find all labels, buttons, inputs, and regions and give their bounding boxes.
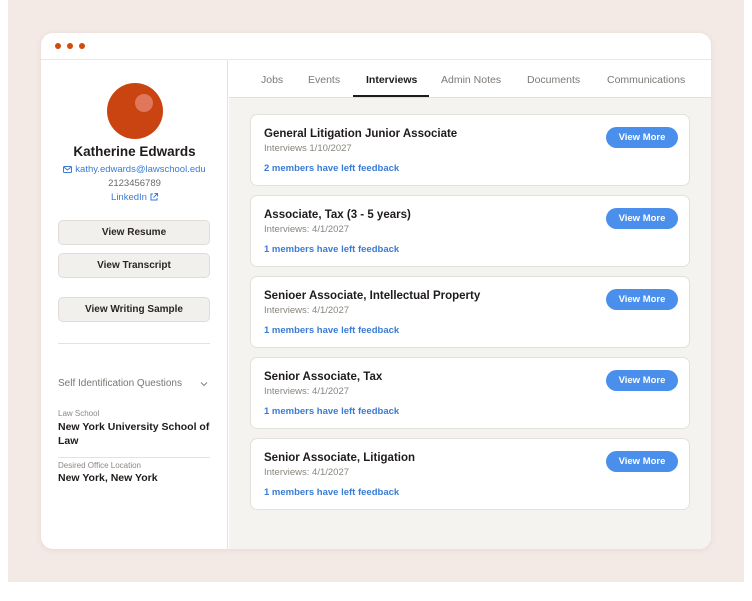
envelope-icon: [63, 165, 73, 176]
interview-date: Interviews 1/10/2027: [264, 143, 352, 154]
view-more-button[interactable]: View More: [606, 208, 678, 229]
feedback-link[interactable]: 1 members have left feedback: [264, 244, 399, 255]
chevron-down-icon: [200, 379, 208, 390]
tab-events[interactable]: Events: [308, 74, 340, 86]
interview-date: Interviews: 4/1/2027: [264, 467, 350, 478]
interview-date: Interviews: 4/1/2027: [264, 386, 350, 397]
linkedin-link[interactable]: LinkedIn: [41, 192, 228, 204]
interview-date: Interviews: 4/1/2027: [264, 305, 350, 316]
interview-card: Senior Associate, Litigation Interviews:…: [250, 438, 690, 510]
app-window: Katherine Edwards kathy.edwards@lawschoo…: [41, 33, 711, 549]
window-dot-icon: [67, 43, 73, 49]
tab-jobs[interactable]: Jobs: [261, 74, 283, 86]
interview-title: Associate, Tax (3 - 5 years): [264, 209, 411, 221]
interview-card: General Litigation Junior Associate Inte…: [250, 114, 690, 186]
office-location-value: New York, New York: [58, 472, 158, 484]
view-writing-sample-button[interactable]: View Writing Sample: [58, 297, 210, 322]
external-link-icon: [150, 193, 158, 204]
active-tab-indicator: [353, 95, 429, 97]
interview-title: Senioer Associate, Intellectual Property: [264, 290, 481, 302]
avatar: [107, 83, 163, 139]
interview-title: Senior Associate, Tax: [264, 371, 383, 383]
window-dot-icon: [55, 43, 61, 49]
divider: [58, 343, 210, 344]
view-resume-button[interactable]: View Resume: [58, 220, 210, 245]
profile-name: Katherine Edwards: [73, 144, 196, 159]
interview-card: Associate, Tax (3 - 5 years) Interviews:…: [250, 195, 690, 267]
law-school-label: Law School: [58, 409, 100, 418]
self-identification-dropdown[interactable]: Self Identification Questions: [58, 378, 210, 389]
feedback-link[interactable]: 2 members have left feedback: [264, 163, 399, 174]
linkedin-label: LinkedIn: [111, 192, 147, 203]
view-more-button[interactable]: View More: [606, 289, 678, 310]
profile-phone: 2123456789: [108, 178, 161, 189]
feedback-link[interactable]: 1 members have left feedback: [264, 406, 399, 417]
interview-card: Senioer Associate, Intellectual Property…: [250, 276, 690, 348]
view-more-button[interactable]: View More: [606, 451, 678, 472]
avatar-head-shape: [135, 94, 153, 112]
profile-email-text: kathy.edwards@lawschool.edu: [75, 164, 206, 175]
interview-title: General Litigation Junior Associate: [264, 128, 458, 140]
window-dot-icon: [79, 43, 85, 49]
tab-communications[interactable]: Communications: [607, 74, 685, 86]
divider: [58, 457, 210, 458]
view-transcript-button[interactable]: View Transcript: [58, 253, 210, 278]
self-identification-label: Self Identification Questions: [58, 378, 182, 389]
tab-bar: Jobs Events Interviews Admin Notes Docum…: [229, 60, 711, 98]
interview-title: Senior Associate, Litigation: [264, 452, 416, 464]
tab-admin-notes[interactable]: Admin Notes: [441, 74, 501, 86]
profile-email-link[interactable]: kathy.edwards@lawschool.edu: [41, 164, 228, 176]
view-more-button[interactable]: View More: [606, 370, 678, 391]
interview-card: Senior Associate, Tax Interviews: 4/1/20…: [250, 357, 690, 429]
view-more-button[interactable]: View More: [606, 127, 678, 148]
window-titlebar: [41, 33, 711, 59]
main-content: Jobs Events Interviews Admin Notes Docum…: [229, 59, 711, 549]
profile-sidebar: Katherine Edwards kathy.edwards@lawschoo…: [41, 59, 228, 549]
feedback-link[interactable]: 1 members have left feedback: [264, 325, 399, 336]
office-location-label: Desired Office Location: [58, 461, 142, 470]
feedback-link[interactable]: 1 members have left feedback: [264, 487, 399, 498]
tab-documents[interactable]: Documents: [527, 74, 580, 86]
tab-interviews[interactable]: Interviews: [366, 74, 417, 86]
interview-date: Interviews: 4/1/2027: [264, 224, 350, 235]
law-school-value: New York University School of Law: [58, 421, 210, 447]
